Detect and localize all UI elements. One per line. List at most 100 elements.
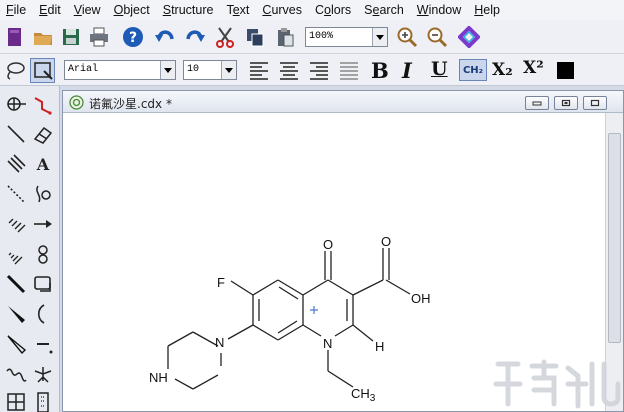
- menu-label-part: dit: [47, 3, 61, 17]
- chevron-down-icon[interactable]: [372, 28, 387, 46]
- menu-label-part: arch: [379, 3, 404, 17]
- subscript-button[interactable]: X₂: [492, 60, 513, 80]
- svg-text:?: ?: [129, 30, 137, 46]
- atom-methyl[interactable]: CH3: [351, 386, 376, 404]
- menu-file[interactable]: File: [0, 1, 33, 19]
- menu-structure[interactable]: Structure: [157, 1, 221, 19]
- help-button[interactable]: ?: [121, 25, 145, 49]
- tlc-tool[interactable]: [30, 389, 56, 412]
- superscript-button[interactable]: X²: [523, 58, 544, 78]
- bond: [278, 286, 299, 300]
- chevron-down-icon[interactable]: [221, 61, 236, 79]
- italic-button[interactable]: I: [402, 58, 412, 83]
- atom-hydrogen[interactable]: H: [375, 339, 384, 354]
- query-tool[interactable]: [30, 361, 56, 387]
- atom-fluorine[interactable]: F: [217, 275, 225, 290]
- font-size-select[interactable]: 10: [183, 60, 237, 80]
- chevron-down-icon[interactable]: [160, 61, 175, 79]
- hollow-wedge-tool[interactable]: [3, 331, 29, 357]
- tlc-plate-icon: [37, 392, 49, 412]
- atom-n-ring[interactable]: N: [323, 336, 332, 351]
- atom-n-piperazine[interactable]: N: [215, 335, 224, 350]
- menu-help[interactable]: Help: [468, 1, 507, 19]
- minimize-button[interactable]: [525, 96, 549, 110]
- dashed-bond-tool[interactable]: [3, 181, 29, 207]
- bracket-tool[interactable]: [30, 301, 56, 327]
- wavy-bond-icon: [6, 368, 27, 382]
- drawing-elements-tool[interactable]: [30, 271, 56, 297]
- menu-view[interactable]: View: [68, 1, 108, 19]
- restore-button[interactable]: [554, 96, 578, 110]
- atom-o-ketone[interactable]: O: [323, 237, 333, 252]
- underline-button[interactable]: U: [431, 58, 448, 80]
- bold-button[interactable]: B: [371, 58, 389, 83]
- orbital-tool[interactable]: [30, 241, 56, 267]
- menu-mnemonic: H: [474, 3, 484, 17]
- hashed-wedge-tool[interactable]: [3, 241, 29, 267]
- multiple-bond-tool[interactable]: [3, 151, 29, 177]
- menu-edit[interactable]: Edit: [33, 1, 68, 19]
- chain-tool[interactable]: [30, 91, 56, 117]
- atom-o-acid[interactable]: O: [381, 234, 391, 249]
- menu-bar: File Edit View Object Structure Text Curves Col…: [0, 0, 624, 20]
- bracket-icon: [37, 304, 45, 324]
- redo-button[interactable]: [183, 25, 207, 49]
- new-document-icon: [8, 28, 21, 46]
- font-select[interactable]: Arial: [64, 60, 176, 80]
- menu-search[interactable]: Search: [358, 1, 411, 19]
- align-left-button[interactable]: [247, 58, 271, 82]
- menu-label-part: tructure: [171, 3, 214, 17]
- menu-colors[interactable]: Colors: [309, 1, 358, 19]
- align-center-button[interactable]: [277, 58, 301, 82]
- close-button[interactable]: [583, 96, 607, 110]
- copy-button[interactable]: [243, 25, 267, 49]
- menu-label-part: S: [364, 3, 373, 17]
- undo-button[interactable]: [153, 25, 177, 49]
- menu-label-part: C: [315, 3, 325, 17]
- scrollbar-thumb[interactable]: [608, 133, 621, 343]
- paste-button[interactable]: [273, 25, 297, 49]
- templates-button[interactable]: [457, 25, 481, 49]
- eraser-tool[interactable]: [30, 121, 56, 147]
- text-tool[interactable]: A: [30, 151, 56, 177]
- bold-bond-tool[interactable]: [3, 271, 29, 297]
- save-button[interactable]: [59, 25, 83, 49]
- font-size-value: 10: [187, 64, 200, 75]
- menu-mnemonic: E: [39, 3, 48, 17]
- zoom-in-button[interactable]: [395, 25, 419, 49]
- single-bond-tool[interactable]: [3, 121, 29, 147]
- bond: [352, 324, 374, 342]
- open-button[interactable]: [31, 25, 55, 49]
- formula-button[interactable]: CH₂: [459, 59, 487, 81]
- pen-tool[interactable]: [30, 181, 56, 207]
- menu-curves[interactable]: Curves: [256, 1, 309, 19]
- print-button[interactable]: [87, 25, 111, 49]
- wedge-bond-icon: [8, 306, 25, 323]
- align-right-button[interactable]: [307, 58, 331, 82]
- atom-nh[interactable]: NH: [149, 370, 168, 385]
- color-swatch-button[interactable]: [557, 62, 574, 79]
- marquee-button[interactable]: [30, 58, 55, 83]
- bond-center-tool[interactable]: [3, 91, 29, 117]
- format-toolbar: Arial 10 B I U CH₂ X₂ X²: [0, 54, 624, 86]
- cut-button[interactable]: [213, 25, 237, 49]
- zoom-out-button[interactable]: [425, 25, 449, 49]
- menu-object[interactable]: Object: [108, 1, 157, 19]
- menu-window[interactable]: Window: [411, 1, 468, 19]
- justify-button[interactable]: [337, 58, 361, 82]
- menu-text[interactable]: Text: [220, 1, 256, 19]
- hashed-bond-tool[interactable]: [3, 211, 29, 237]
- new-document-button[interactable]: [3, 25, 27, 49]
- zoom-select[interactable]: 100%: [305, 27, 388, 47]
- lasso-button[interactable]: [3, 58, 27, 82]
- menu-mnemonic: O: [113, 3, 124, 17]
- lasso-icon: [7, 62, 25, 80]
- table-tool[interactable]: [3, 389, 29, 412]
- open-folder-icon: [34, 33, 52, 45]
- arrow-tool[interactable]: [30, 211, 56, 237]
- wedge-bond-tool[interactable]: [3, 301, 29, 327]
- wavy-bond-tool[interactable]: [3, 361, 29, 387]
- charge-tool[interactable]: [30, 331, 56, 357]
- document-title-bar[interactable]: 诺氟沙星.cdx *: [63, 91, 623, 113]
- atom-oh[interactable]: OH: [411, 291, 431, 306]
